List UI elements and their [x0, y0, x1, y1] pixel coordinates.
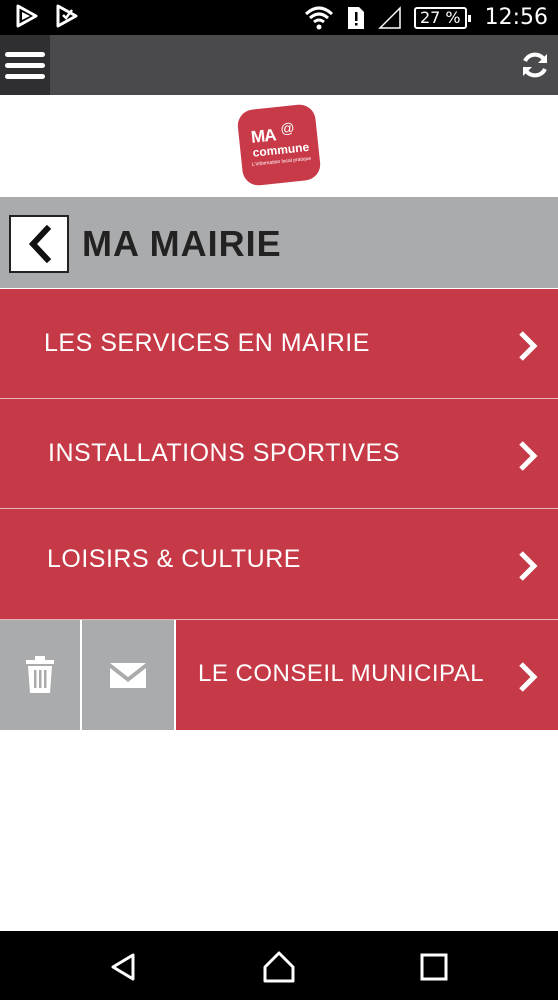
sim-alert-icon — [347, 6, 364, 29]
menu-item-label: INSTALLATIONS SPORTIVES — [48, 439, 400, 467]
play-store-icon — [16, 4, 38, 28]
menu-item-loisirs-culture[interactable]: LOISIRS & CULTURE — [0, 509, 558, 620]
battery-indicator: 27 % — [413, 6, 471, 29]
menu-item-installations-sportives[interactable]: INSTALLATIONS SPORTIVES — [0, 399, 558, 509]
ma-commune-logo: MA @ commune L'information local pratiqu… — [236, 103, 322, 187]
menu-item-label: LE CONSEIL MUNICIPAL — [198, 660, 485, 687]
clock: 12:56 — [484, 5, 548, 30]
home-icon[interactable] — [261, 949, 297, 985]
notification-icon — [56, 4, 78, 28]
mail-icon — [110, 663, 146, 688]
app-bar — [0, 35, 558, 95]
hamburger-bar — [5, 62, 45, 68]
menu-item-label: LOISIRS & CULTURE — [47, 545, 301, 573]
logo-at-sign: @ — [279, 119, 296, 137]
hamburger-menu-button[interactable] — [0, 35, 50, 95]
chevron-left-icon — [28, 225, 52, 263]
menu-list: LES SERVICES EN MAIRIE INSTALLATIONS SPO… — [0, 289, 558, 730]
back-button[interactable] — [9, 215, 69, 273]
back-triangle-icon[interactable] — [105, 949, 141, 985]
menu-item-label: LES SERVICES EN MAIRIE — [44, 329, 370, 357]
chevron-right-icon — [519, 441, 538, 471]
swipe-row-conseil-municipal: LE CONSEIL MUNICIPAL — [0, 620, 558, 730]
chevron-right-icon — [519, 551, 538, 581]
logo-area: MA @ commune L'information local pratiqu… — [0, 95, 558, 197]
title-bar: MA MAIRIE — [0, 197, 558, 288]
chevron-right-icon — [519, 331, 538, 361]
chevron-right-icon — [519, 662, 538, 692]
hamburger-bar — [5, 73, 45, 79]
menu-item-services-en-mairie[interactable]: LES SERVICES EN MAIRIE — [0, 289, 558, 399]
delete-button[interactable] — [0, 620, 82, 730]
status-right-icons: 27 % 12:56 — [304, 0, 548, 35]
wifi-icon — [304, 6, 333, 29]
page-title: MA MAIRIE — [82, 223, 282, 264]
menu-item-conseil-municipal[interactable]: LE CONSEIL MUNICIPAL — [176, 620, 558, 730]
status-bar: 27 % 12:56 — [0, 0, 558, 35]
system-nav-bar — [0, 931, 558, 1000]
recents-square-icon[interactable] — [416, 949, 452, 985]
refresh-icon[interactable] — [518, 48, 552, 82]
trash-icon — [26, 656, 54, 693]
email-button[interactable] — [82, 620, 176, 730]
status-left-icons — [16, 4, 78, 28]
signal-icon — [378, 5, 401, 29]
hamburger-menu-icon — [5, 51, 45, 57]
